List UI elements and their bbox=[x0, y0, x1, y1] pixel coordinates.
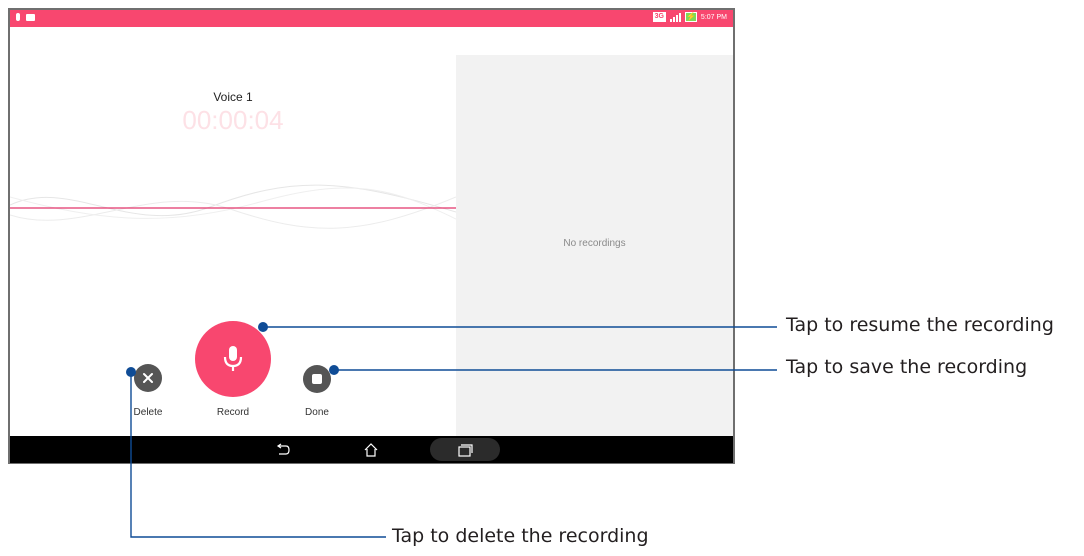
delete-callout-text: Tap to delete the recording bbox=[392, 525, 649, 547]
delete-callout-line bbox=[130, 372, 386, 538]
resume-callout-text: Tap to resume the recording bbox=[786, 314, 1054, 336]
delete-callout-dot bbox=[126, 367, 136, 377]
resume-callout-dot bbox=[258, 322, 268, 332]
save-callout-dot bbox=[329, 365, 339, 375]
save-callout-text: Tap to save the recording bbox=[786, 356, 1028, 378]
callout-lines bbox=[126, 322, 777, 538]
